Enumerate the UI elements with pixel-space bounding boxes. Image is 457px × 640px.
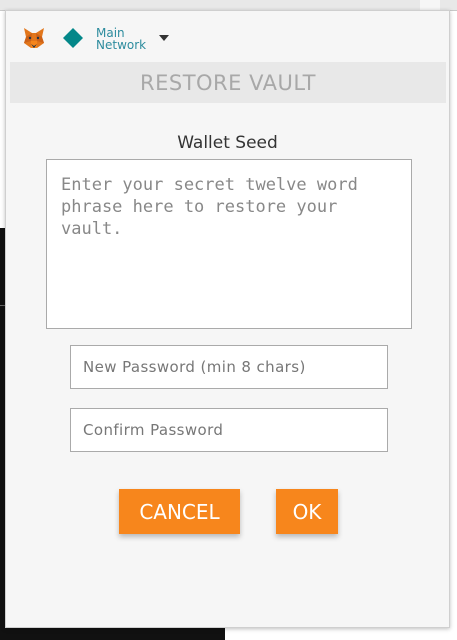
chevron-down-icon[interactable] <box>159 35 169 42</box>
confirm-password-input[interactable] <box>70 408 388 452</box>
network-diamond-icon[interactable] <box>62 27 84 49</box>
metamask-popup: Main Network RESTORE VAULT Wallet Seed C… <box>5 10 450 628</box>
network-name-line2: Network <box>96 38 147 52</box>
background-page-bottom <box>0 626 225 640</box>
app-header: Main Network <box>6 11 449 61</box>
wallet-seed-textarea[interactable] <box>46 159 412 329</box>
fox-logo-icon <box>24 28 44 48</box>
page-title-bar: RESTORE VAULT <box>10 62 446 103</box>
network-selector[interactable]: Main Network <box>96 27 146 51</box>
new-password-input[interactable] <box>70 345 388 389</box>
page-title: RESTORE VAULT <box>140 70 316 95</box>
ok-button[interactable]: OK <box>276 489 338 534</box>
wallet-seed-label: Wallet Seed <box>177 133 278 153</box>
cancel-button[interactable]: CANCEL <box>119 489 240 534</box>
popup-anchor <box>420 0 440 10</box>
